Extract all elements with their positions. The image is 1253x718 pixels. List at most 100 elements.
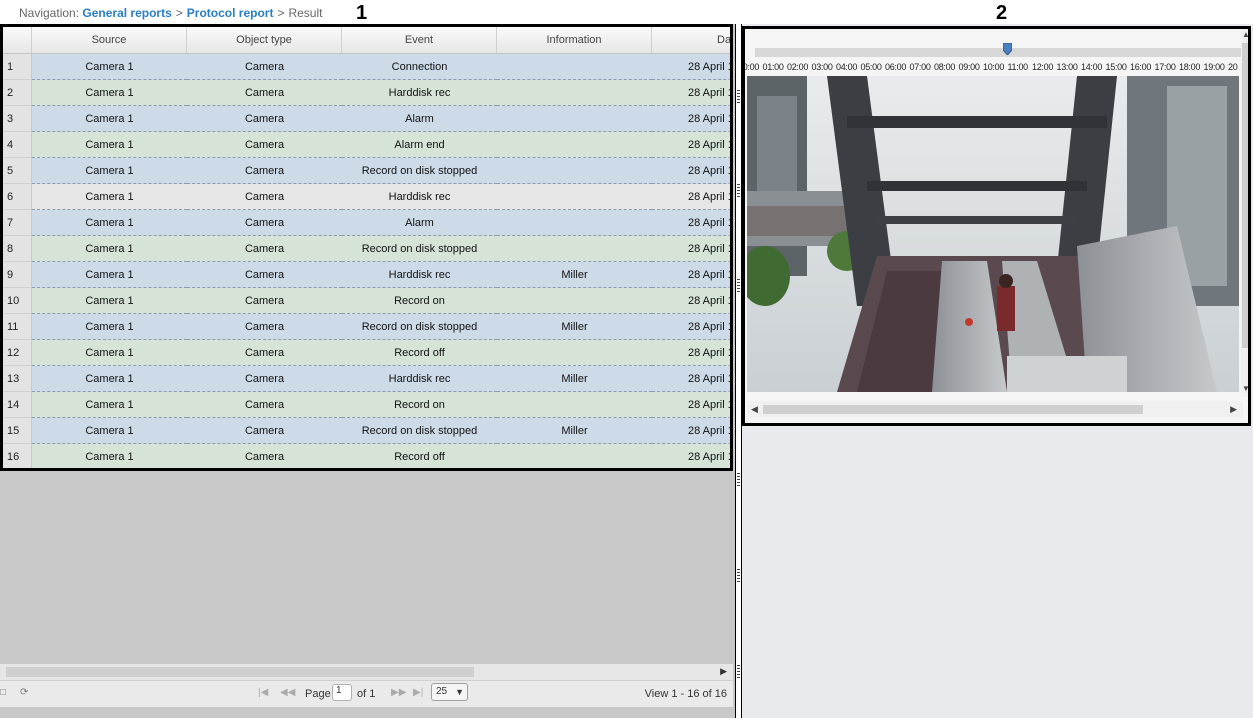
timeline-position-marker-icon[interactable]: [1003, 43, 1012, 55]
first-page-icon[interactable]: |◀: [258, 687, 268, 698]
search-toggle-icon[interactable]: □: [0, 687, 6, 698]
row-number: 6: [3, 184, 31, 210]
cell-object-type: Camera: [187, 392, 342, 418]
rows-per-page-value: 25: [436, 686, 448, 697]
splitter-grip-icon[interactable]: [737, 569, 740, 583]
timeline-hour-label: 08:00: [934, 62, 956, 72]
scroll-up-arrow-icon[interactable]: ▲: [1242, 30, 1248, 39]
breadcrumb-link-protocol-report[interactable]: Protocol report: [187, 6, 274, 20]
row-number: 16: [3, 444, 31, 468]
row-number: 2: [3, 80, 31, 106]
timeline-track[interactable]: [755, 48, 1241, 57]
cell-source: Camera 1: [32, 340, 187, 366]
scroll-right-arrow-icon[interactable]: ▶: [720, 666, 727, 677]
table-row[interactable]: 9 Camera 1 Camera Harddisk rec Miller 28 Apri…: [3, 262, 730, 288]
panel-splitter[interactable]: [735, 24, 742, 718]
breadcrumb-current: Result: [288, 6, 323, 20]
last-page-icon[interactable]: ▶|: [413, 687, 423, 698]
resize-grip-icon[interactable]: [803, 424, 817, 426]
table-row[interactable]: 14 Camera 1 Camera Record on 28 April 1: [3, 392, 730, 418]
cell-event: Record on: [342, 288, 497, 314]
table-row[interactable]: 5 Camera 1 Camera Record on disk stopped 28 …: [3, 158, 730, 184]
table-row[interactable]: 10 Camera 1 Camera Record on 28 April 1: [3, 288, 730, 314]
table-row[interactable]: 11 Camera 1 Camera Record on disk stopped Mi…: [3, 314, 730, 340]
resize-grip-icon[interactable]: [899, 424, 913, 426]
cell-date: 28 April 1: [652, 106, 730, 132]
splitter-grip-icon[interactable]: [737, 279, 740, 293]
camera-video-frame[interactable]: [747, 76, 1239, 392]
column-header-event[interactable]: Event: [342, 27, 497, 53]
column-header-information[interactable]: Information: [497, 27, 652, 53]
row-number: 7: [3, 210, 31, 236]
scroll-left-arrow-icon[interactable]: ◀: [751, 404, 758, 415]
page-number-input[interactable]: 1: [332, 684, 352, 701]
table-row[interactable]: 2 Camera 1 Camera Harddisk rec 28 April 1: [3, 80, 730, 106]
splitter-grip-icon[interactable]: [737, 90, 740, 104]
resize-grip-icon[interactable]: [1187, 424, 1201, 426]
table-row[interactable]: 15 Camera 1 Camera Record on disk stopped Mi…: [3, 418, 730, 444]
cell-information: [497, 444, 652, 468]
cell-source: Camera 1: [32, 236, 187, 262]
scrollbar-thumb[interactable]: [6, 667, 474, 677]
player-horizontal-scrollbar[interactable]: ◀ ▶: [747, 401, 1243, 417]
cell-object-type: Camera: [187, 132, 342, 158]
cell-object-type: Camera: [187, 158, 342, 184]
table-row[interactable]: 4 Camera 1 Camera Alarm end 28 April 1: [3, 132, 730, 158]
table-row[interactable]: 8 Camera 1 Camera Record on disk stopped 28 …: [3, 236, 730, 262]
cell-date: 28 April 1: [652, 80, 730, 106]
column-header-date[interactable]: Dat: [652, 27, 730, 53]
splitter-grip-icon[interactable]: [737, 184, 740, 198]
cell-object-type: Camera: [187, 314, 342, 340]
cell-date: 28 April 1: [652, 158, 730, 184]
row-number: 14: [3, 392, 31, 418]
table-row[interactable]: 3 Camera 1 Camera Alarm 28 April 1: [3, 106, 730, 132]
splitter-grip-icon[interactable]: [737, 473, 740, 487]
table-row[interactable]: 1 Camera 1 Camera Connection 28 April 1: [3, 54, 730, 80]
scroll-down-arrow-icon[interactable]: ▼: [1242, 384, 1248, 393]
cell-source: Camera 1: [32, 158, 187, 184]
table-row[interactable]: 6 Camera 1 Camera Harddisk rec 28 April 1: [3, 184, 730, 210]
cell-information: [497, 80, 652, 106]
scrollbar-thumb[interactable]: [1242, 43, 1248, 348]
cell-information: Miller: [497, 262, 652, 288]
cell-object-type: Camera: [187, 366, 342, 392]
table-row[interactable]: 16 Camera 1 Camera Record off 28 April 1: [3, 444, 730, 468]
prev-page-icon[interactable]: ◀◀: [280, 687, 295, 698]
row-number: 4: [3, 132, 31, 158]
pager: □ ⟳ |◀ ◀◀ Page 1 of 1 ▶▶ ▶| 25 ▼ View 1 …: [0, 680, 733, 707]
rows-per-page-select[interactable]: 25 ▼: [431, 683, 468, 701]
table-row[interactable]: 13 Camera 1 Camera Harddisk rec Miller 28 Apr…: [3, 366, 730, 392]
timeline-hour-label: 19:00: [1203, 62, 1225, 72]
player-vertical-scrollbar[interactable]: ▲ ▼: [1241, 29, 1248, 397]
chevron-down-icon: ▼: [455, 687, 464, 697]
next-page-icon[interactable]: ▶▶: [391, 687, 406, 698]
scrollbar-thumb[interactable]: [763, 405, 1143, 414]
resize-grip-icon[interactable]: [1091, 424, 1105, 426]
timeline-hour-label: 11:00: [1007, 62, 1029, 72]
splitter-grip-icon[interactable]: [737, 665, 740, 679]
table-row[interactable]: 7 Camera 1 Camera Alarm 28 April 1: [3, 210, 730, 236]
breadcrumb-prefix: Navigation:: [19, 6, 80, 20]
cell-event: Record on disk stopped: [342, 236, 497, 262]
column-header-object-type[interactable]: Object type: [187, 27, 342, 53]
row-number-header: [3, 27, 32, 53]
breadcrumb-link-general-reports[interactable]: General reports: [82, 6, 171, 20]
cell-event: Record off: [342, 444, 497, 468]
timeline-hour-label: 12:00: [1032, 62, 1054, 72]
timeline-hour-label: 06:00: [885, 62, 907, 72]
cell-object-type: Camera: [187, 210, 342, 236]
row-number: 12: [3, 340, 31, 366]
resize-grip-icon[interactable]: [995, 424, 1009, 426]
cell-source: Camera 1: [32, 106, 187, 132]
scroll-right-arrow-icon[interactable]: ▶: [1230, 404, 1237, 415]
refresh-icon[interactable]: ⟳: [20, 687, 28, 698]
grid-horizontal-scrollbar[interactable]: ▶: [0, 664, 733, 680]
cell-object-type: Camera: [187, 236, 342, 262]
cell-object-type: Camera: [187, 340, 342, 366]
cell-date: 28 April 1: [652, 314, 730, 340]
cell-source: Camera 1: [32, 314, 187, 340]
column-header-source[interactable]: Source: [32, 27, 187, 53]
cell-object-type: Camera: [187, 80, 342, 106]
table-row[interactable]: 12 Camera 1 Camera Record off 28 April 1: [3, 340, 730, 366]
report-panel: Source Object type Event Information Dat…: [0, 24, 735, 718]
